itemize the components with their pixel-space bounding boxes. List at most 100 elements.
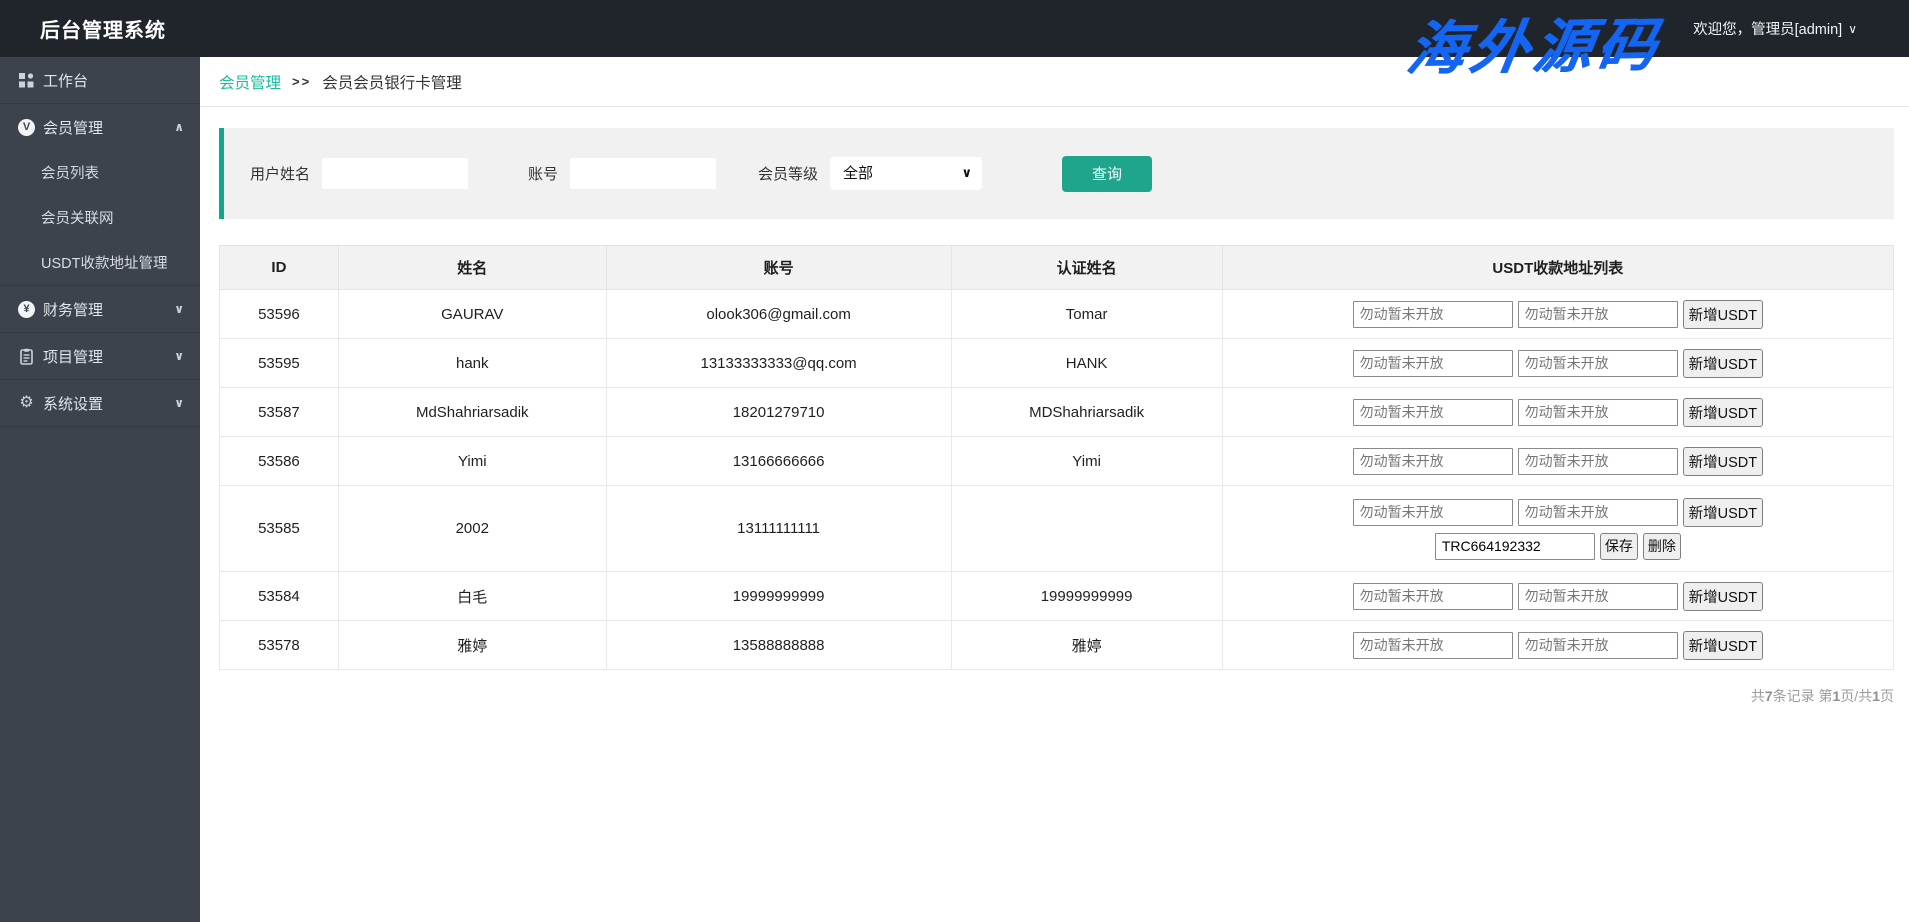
members-table: ID 姓名 账号 认证姓名 USDT收款地址列表 53596 GAURAV ol…	[219, 245, 1895, 670]
cell-usdt: 新增USDT 保存 删除	[1221, 485, 1895, 572]
sidebar-item-project[interactable]: 项目管理 ∨	[0, 333, 200, 379]
cell-account: 13166666666	[605, 436, 952, 486]
cell-verified: Tomar	[950, 289, 1223, 339]
member-icon: V	[18, 118, 35, 136]
cell-verified: 19999999999	[950, 571, 1223, 621]
cell-verified: HANK	[950, 338, 1223, 388]
sidebar-item-label: 工作台	[43, 72, 89, 90]
usdt-address-input-1[interactable]	[1352, 582, 1513, 610]
account-input[interactable]	[570, 158, 717, 189]
sidebar-subitem-label: 会员列表	[41, 166, 99, 182]
cell-usdt: 新增USDT	[1221, 387, 1895, 437]
divider	[0, 426, 200, 427]
cell-name: 2002	[337, 485, 607, 572]
breadcrumb-parent-link[interactable]: 会员管理	[219, 71, 281, 93]
usdt-address-input-2[interactable]	[1517, 582, 1678, 610]
add-usdt-button[interactable]: 新增USDT	[1682, 630, 1764, 660]
usdt-address-input-1[interactable]	[1352, 631, 1513, 659]
user-menu[interactable]: 欢迎您，管理员[admin] ∨	[1693, 18, 1857, 39]
add-usdt-button[interactable]: 新增USDT	[1682, 446, 1764, 476]
sidebar-item-usdt-address[interactable]: USDT收款地址管理	[0, 240, 200, 285]
sidebar-item-settings[interactable]: ⚙ 系统设置 ∨	[0, 380, 200, 426]
usdt-address-input-2[interactable]	[1517, 398, 1678, 426]
cell-usdt: 新增USDT	[1221, 289, 1895, 339]
cell-name: Yimi	[337, 436, 607, 486]
username-input[interactable]	[322, 158, 469, 189]
add-usdt-button[interactable]: 新增USDT	[1682, 397, 1764, 427]
member-level-select[interactable]: 全部	[830, 157, 983, 190]
clipboard-icon	[20, 348, 33, 365]
cell-account: 18201279710	[605, 387, 952, 437]
sidebar-item-finance[interactable]: ¥ 财务管理 ∨	[0, 286, 200, 332]
dashboard-icon	[19, 72, 34, 87]
cell-verified: 雅婷	[950, 620, 1223, 670]
cell-name: GAURAV	[337, 289, 607, 339]
cell-id: 53587	[219, 387, 339, 437]
chevron-down-icon: ∨	[174, 396, 184, 410]
table-row: 53595 hank 13133333333@qq.com HANK 新增USD…	[219, 338, 1895, 388]
cell-name: 白毛	[337, 571, 607, 621]
sidebar-subitem-label: USDT收款地址管理	[41, 256, 168, 272]
add-usdt-button[interactable]: 新增USDT	[1682, 348, 1764, 378]
welcome-text: 欢迎您，管理员[admin]	[1693, 22, 1843, 38]
gear-icon: ⚙	[19, 394, 34, 411]
table-row: 53584 白毛 19999999999 19999999999 新增USDT	[219, 571, 1895, 621]
header-verified-name: 认证姓名	[950, 245, 1223, 290]
record-count: 7	[1764, 688, 1773, 704]
table-row: 53596 GAURAV olook306@gmail.com Tomar 新增…	[219, 289, 1895, 339]
usdt-address-input-2[interactable]	[1517, 498, 1678, 526]
usdt-address-input-2[interactable]	[1517, 447, 1678, 475]
cell-account: 13133333333@qq.com	[605, 338, 952, 388]
cell-account: olook306@gmail.com	[605, 289, 952, 339]
account-label: 账号	[528, 166, 559, 183]
table-header-row: ID 姓名 账号 认证姓名 USDT收款地址列表	[219, 245, 1895, 290]
usdt-address-input-2[interactable]	[1517, 631, 1678, 659]
cell-id: 53596	[219, 289, 339, 339]
usdt-address-input-1[interactable]	[1352, 398, 1513, 426]
search-button[interactable]: 查询	[1062, 155, 1153, 192]
table-row: 53587 MdShahriarsadik 18201279710 MDShah…	[219, 387, 1895, 437]
usdt-address-input-1[interactable]	[1352, 498, 1513, 526]
cell-usdt: 新增USDT	[1221, 620, 1895, 670]
cell-id: 53586	[219, 436, 339, 486]
app-title: 后台管理系统	[40, 20, 166, 42]
pagination-text: 页	[1880, 688, 1894, 704]
usdt-address-input-2[interactable]	[1517, 300, 1678, 328]
sidebar-item-member-management[interactable]: V 会员管理 ∧	[0, 104, 200, 150]
cell-id: 53578	[219, 620, 339, 670]
usdt-address-input-1[interactable]	[1352, 300, 1513, 328]
add-usdt-button[interactable]: 新增USDT	[1682, 299, 1764, 329]
content: 用户姓名 账号 会员等级 全部 ∨ 查询 ID 姓名 账号 认证姓名 USDT收…	[200, 107, 1909, 706]
table-row: 53578 雅婷 13588888888 雅婷 新增USDT	[219, 620, 1895, 670]
breadcrumb: 会员管理 >> 会员会员银行卡管理	[200, 57, 1909, 107]
usdt-address-value-input[interactable]	[1434, 532, 1595, 560]
chevron-up-icon: ∧	[174, 120, 184, 134]
total-pages: 1	[1872, 688, 1880, 704]
sidebar-item-member-network[interactable]: 会员关联网	[0, 195, 200, 240]
cell-verified: MDShahriarsadik	[950, 387, 1223, 437]
add-usdt-button[interactable]: 新增USDT	[1682, 581, 1764, 611]
usdt-address-input-2[interactable]	[1517, 349, 1678, 377]
top-bar: 后台管理系统 欢迎您，管理员[admin] ∨	[0, 0, 1909, 57]
breadcrumb-separator: >>	[292, 74, 312, 89]
delete-button[interactable]: 删除	[1642, 532, 1681, 560]
header-name: 姓名	[337, 245, 607, 290]
sidebar-item-workbench[interactable]: 工作台	[0, 57, 200, 103]
table-row: 53586 Yimi 13166666666 Yimi 新增USDT	[219, 436, 1895, 486]
chevron-down-icon: ∨	[174, 349, 184, 363]
usdt-address-input-1[interactable]	[1352, 349, 1513, 377]
save-button[interactable]: 保存	[1599, 532, 1638, 560]
sidebar-item-label: 财务管理	[43, 301, 104, 319]
finance-icon: ¥	[18, 300, 35, 318]
chevron-down-icon: ∨	[174, 302, 184, 316]
sidebar-item-label: 项目管理	[43, 348, 104, 366]
cell-verified	[950, 485, 1223, 572]
cell-account: 19999999999	[605, 571, 952, 621]
pagination-text: 条记录 第	[1772, 688, 1833, 704]
usdt-address-input-1[interactable]	[1352, 447, 1513, 475]
cell-name: hank	[337, 338, 607, 388]
cell-id: 53584	[219, 571, 339, 621]
pagination-text: 共	[1750, 688, 1765, 704]
add-usdt-button[interactable]: 新增USDT	[1682, 497, 1764, 527]
sidebar-item-member-list[interactable]: 会员列表	[0, 150, 200, 195]
